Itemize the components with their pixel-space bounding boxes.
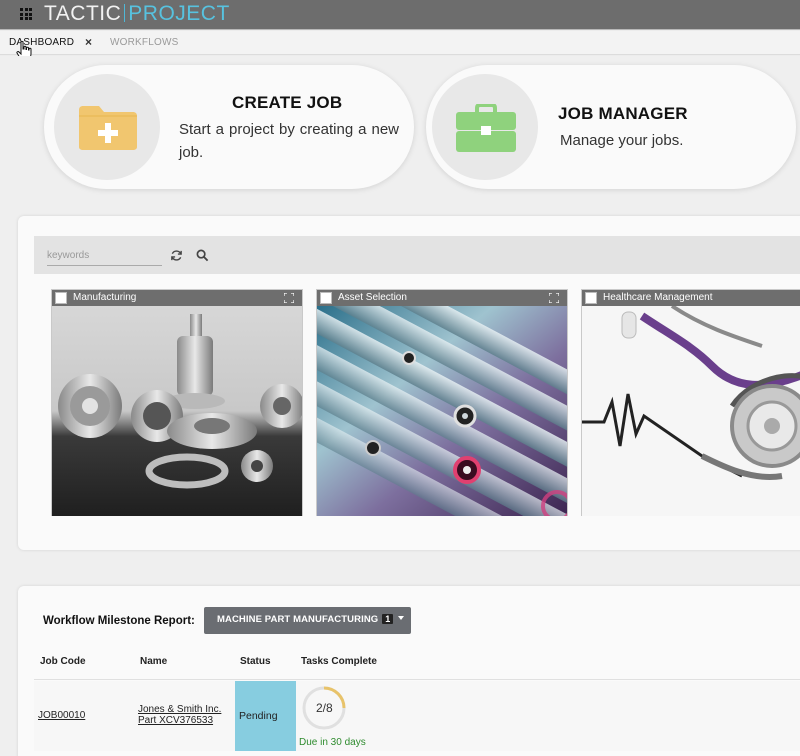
stethoscope-photo [582,306,800,516]
expand-icon[interactable] [284,293,294,303]
workflow-tile-healthcare-management[interactable]: Healthcare Management [581,289,800,516]
tile-select-checkbox[interactable] [55,292,67,304]
tile-select-checkbox[interactable] [585,292,597,304]
search-icon[interactable] [196,249,209,262]
job-name-line-2: Part XCV376533 [138,715,214,726]
machined-parts-photo [52,306,302,516]
create-job-description: Start a project by creating a new job. [179,121,399,161]
workflow-milestone-report-panel: Workflow Milestone Report: MACHINE PART … [18,586,800,756]
brand-logo[interactable]: TACTIC PROJECT [44,2,230,26]
server-rack-photo [317,306,567,516]
create-job-icon-circle [54,74,160,180]
column-header-status[interactable]: Status [240,656,271,667]
table-row: JOB00010 Jones & Smith Inc. Part XCV3765… [34,681,800,751]
create-job-card[interactable]: CREATE JOB Start a project by creating a… [44,65,414,189]
tile-select-checkbox[interactable] [320,292,332,304]
table-header: Job Code Name Status Tasks Complete [34,646,800,680]
dropdown-count-badge: 1 [382,614,394,624]
job-name-link[interactable]: Jones & Smith Inc. Part XCV376533 [138,704,221,726]
tile-label: Asset Selection [338,292,407,303]
brand-text-right: PROJECT [128,2,230,25]
search-bar [34,236,800,274]
workflow-tile-asset-selection[interactable]: Asset Selection [316,289,568,516]
apps-grid-icon[interactable] [20,8,32,20]
tile-label: Manufacturing [73,292,137,303]
column-header-job-code[interactable]: Job Code [40,656,86,667]
job-manager-title: JOB MANAGER [558,104,688,123]
tile-label: Healthcare Management [603,292,713,303]
dropdown-label: MACHINE PART MANUFACTURING [217,614,379,625]
keywords-search-input[interactable] [47,246,162,266]
expand-icon[interactable] [549,293,559,303]
brand-text-left: TACTIC [44,2,122,25]
status-badge: Pending [239,710,278,722]
job-code-link[interactable]: JOB00010 [38,710,85,721]
folder-plus-icon [79,106,137,150]
due-date-text: Due in 30 days [299,737,366,748]
workflow-templates-panel: Manufacturing [18,216,800,550]
tasks-complete-value: 2/8 [316,701,333,715]
column-header-tasks-complete[interactable]: Tasks Complete [301,656,377,667]
tab-close-icon[interactable]: × [85,35,92,49]
refresh-icon[interactable] [170,249,183,262]
column-header-name[interactable]: Name [140,656,167,667]
job-manager-card[interactable]: JOB MANAGER Manage your jobs. [426,65,796,189]
tab-workflows[interactable]: WORKFLOWS [110,37,178,48]
tile-header: Manufacturing [52,290,302,306]
job-name-line-1: Jones & Smith Inc. [138,704,222,715]
tile-header: Healthcare Management [582,290,800,306]
status-cell: Pending [235,681,296,751]
workflow-select-dropdown[interactable]: MACHINE PART MANUFACTURING 1 [204,607,411,634]
top-bar: TACTIC PROJECT [0,0,800,30]
report-label: Workflow Milestone Report: [43,615,195,627]
tab-bar: DASHBOARD × WORKFLOWS [0,31,800,55]
job-manager-icon-circle [432,74,538,180]
create-job-title: CREATE JOB [232,93,343,112]
tile-header: Asset Selection [317,290,567,306]
briefcase-icon [456,104,516,152]
job-manager-description: Manage your jobs. [560,132,684,149]
caret-down-icon [398,616,405,620]
workflow-tile-manufacturing[interactable]: Manufacturing [51,289,303,516]
